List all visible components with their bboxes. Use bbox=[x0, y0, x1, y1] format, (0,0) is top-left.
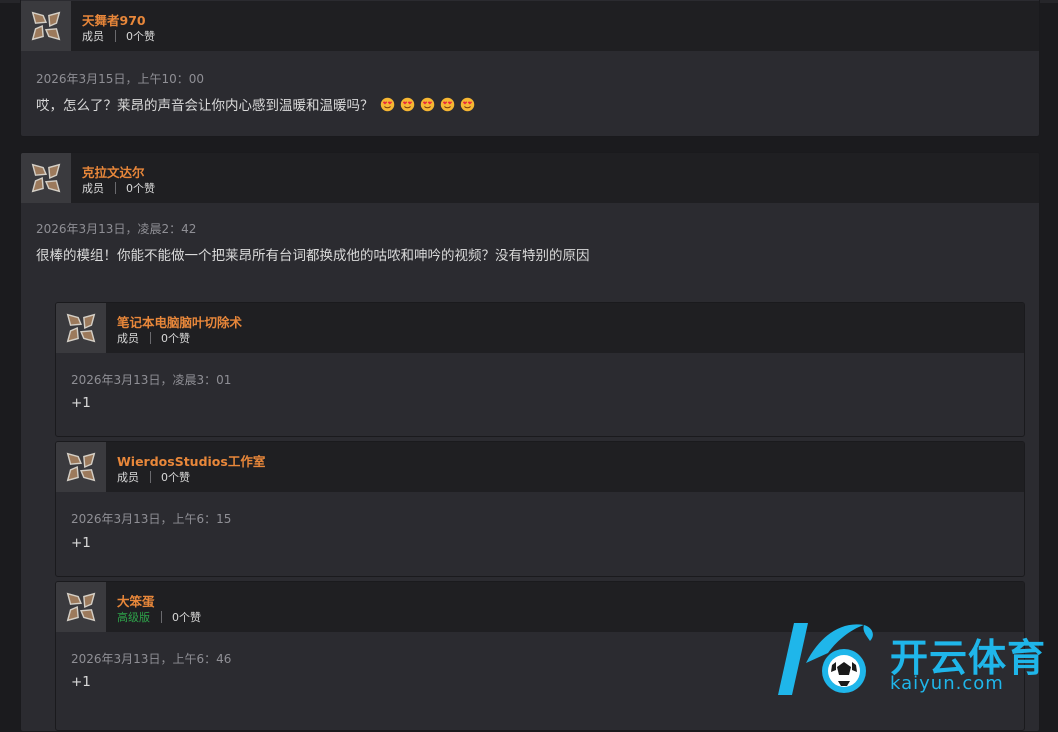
smiling-hearts-emoji bbox=[440, 97, 454, 111]
like-count: 0个赞 bbox=[161, 471, 190, 484]
username[interactable]: 笔记本电脑脑叶切除术 bbox=[117, 312, 242, 331]
like-count: 0个赞 bbox=[126, 182, 155, 195]
user-meta: 成员 0个赞 bbox=[117, 469, 190, 485]
user-meta: 成员 0个赞 bbox=[82, 180, 155, 196]
default-avatar-icon bbox=[63, 310, 99, 346]
reply-text: +1 bbox=[71, 395, 91, 411]
comment-text: 哎，怎么了？莱昂的声音会让你内心感到温暖和温暖吗？ bbox=[36, 98, 374, 114]
reply-text: +1 bbox=[71, 535, 91, 551]
comment-header: 克拉文达尔 成员 0个赞 bbox=[21, 153, 1039, 203]
default-avatar-icon bbox=[28, 8, 64, 44]
comment-timestamp: 2026年3月15日，上午10：00 bbox=[36, 72, 204, 86]
meta-divider bbox=[161, 611, 162, 623]
meta-divider bbox=[115, 182, 116, 194]
watermark-brand-en: kaiyun.com bbox=[890, 673, 1004, 694]
username[interactable]: 克拉文达尔 bbox=[82, 162, 145, 181]
like-count: 0个赞 bbox=[172, 611, 201, 624]
smiling-hearts-emoji bbox=[460, 97, 474, 111]
reply-timestamp: 2026年3月13日，凌晨3：01 bbox=[71, 373, 232, 387]
reply-timestamp: 2026年3月13日，上午6：15 bbox=[71, 512, 232, 526]
comment-header: 天舞者970 成员 0个赞 bbox=[21, 1, 1039, 51]
avatar[interactable] bbox=[56, 303, 106, 353]
reply-card: WierdosStudios工作室 成员 0个赞 2026年3月13日，上午6：… bbox=[55, 441, 1025, 577]
smiling-hearts-emoji bbox=[420, 97, 434, 111]
emoji-row bbox=[380, 97, 480, 112]
meta-divider bbox=[150, 471, 151, 483]
user-role: 成员 bbox=[82, 182, 104, 195]
reply-text: +1 bbox=[71, 674, 91, 690]
user-role: 成员 bbox=[82, 30, 104, 43]
username[interactable]: 天舞者970 bbox=[82, 10, 146, 29]
default-avatar-icon bbox=[63, 449, 99, 485]
user-role: 成员 bbox=[117, 332, 139, 345]
username[interactable]: 大笨蛋 bbox=[117, 591, 155, 610]
comment-body: 很棒的模组！你能不能做一个把莱昂所有台词都换成他的咕哝和呻吟的视频？没有特别的原… bbox=[36, 244, 590, 264]
smiling-hearts-emoji bbox=[400, 97, 414, 111]
comment-text: 很棒的模组！你能不能做一个把莱昂所有台词都换成他的咕哝和呻吟的视频？没有特别的原… bbox=[36, 248, 590, 264]
reply-timestamp: 2026年3月13日，上午6：46 bbox=[71, 652, 232, 666]
user-role: 成员 bbox=[117, 471, 139, 484]
like-count: 0个赞 bbox=[161, 332, 190, 345]
username[interactable]: WierdosStudios工作室 bbox=[117, 451, 265, 470]
avatar[interactable] bbox=[56, 582, 106, 632]
meta-divider bbox=[150, 332, 151, 344]
comment-body: 哎，怎么了？莱昂的声音会让你内心感到温暖和温暖吗？ bbox=[36, 94, 480, 114]
reply-card: 笔记本电脑脑叶切除术 成员 0个赞 2026年3月13日，凌晨3：01 +1 bbox=[55, 302, 1025, 437]
reply-header: WierdosStudios工作室 成员 0个赞 bbox=[56, 442, 1024, 492]
reply-header: 笔记本电脑脑叶切除术 成员 0个赞 bbox=[56, 303, 1024, 353]
meta-divider bbox=[115, 30, 116, 42]
avatar[interactable] bbox=[21, 153, 71, 203]
comment-timestamp: 2026年3月13日，凌晨2：42 bbox=[36, 222, 197, 236]
user-meta: 高级版 0个赞 bbox=[117, 609, 201, 625]
default-avatar-icon bbox=[63, 589, 99, 625]
comment-card: 天舞者970 成员 0个赞 2026年3月15日，上午10：00 哎，怎么了？莱… bbox=[20, 0, 1040, 137]
like-count: 0个赞 bbox=[126, 30, 155, 43]
default-avatar-icon bbox=[28, 160, 64, 196]
kaiyun-logo-icon bbox=[778, 623, 873, 695]
avatar[interactable] bbox=[56, 442, 106, 492]
smiling-hearts-emoji bbox=[380, 97, 394, 111]
avatar[interactable] bbox=[21, 1, 71, 51]
user-meta: 成员 0个赞 bbox=[82, 28, 155, 44]
kaiyun-watermark: 开云体育 kaiyun.com bbox=[772, 615, 1052, 705]
user-role-premium: 高级版 bbox=[117, 611, 150, 624]
user-meta: 成员 0个赞 bbox=[117, 330, 190, 346]
